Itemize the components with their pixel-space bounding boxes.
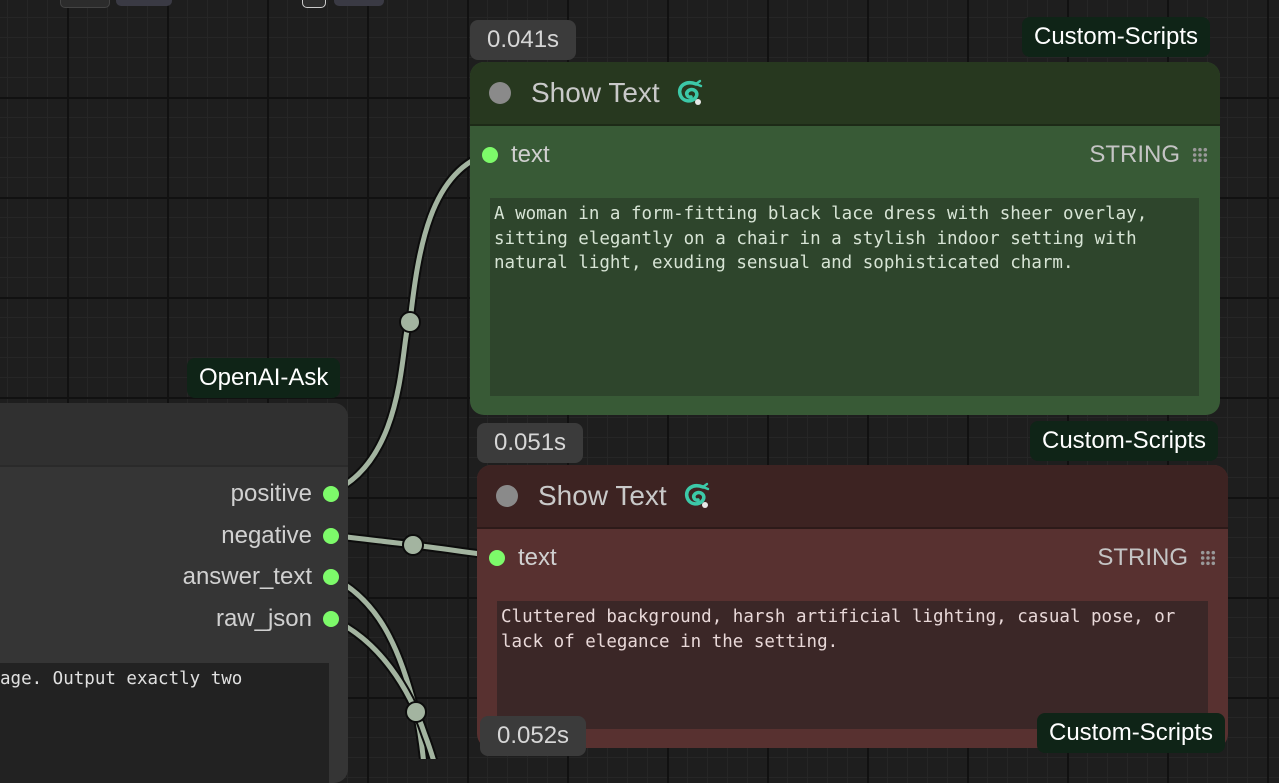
prompt-text-area[interactable]: age. Output exactly two [0, 663, 329, 783]
execution-time-badge: 0.051s [477, 423, 584, 463]
node-title: Show Text [531, 77, 660, 108]
output-slot-positive[interactable]: positive [231, 473, 339, 515]
link-negative [325, 530, 502, 561]
link-midpoint-positive [399, 311, 421, 333]
toolbar-chip-4[interactable] [334, 0, 384, 6]
grid-dots-icon [1200, 550, 1216, 566]
output-socket[interactable] [323, 486, 339, 502]
link-positive [325, 148, 495, 498]
output-socket[interactable] [323, 569, 339, 585]
toolbar-chip-3[interactable] [302, 0, 326, 8]
collapse-toggle[interactable] [496, 485, 518, 507]
input-type-label: STRING [1097, 544, 1188, 571]
input-socket[interactable] [489, 550, 505, 566]
text-output-area[interactable]: Cluttered background, harsh artificial l… [497, 601, 1208, 729]
node-source-badge: Custom-Scripts [1037, 713, 1226, 753]
execution-time-badge: 0.041s [470, 20, 577, 60]
toolbar-chip-1[interactable] [60, 0, 110, 8]
node-header[interactable]: Show Text [477, 465, 1228, 529]
output-slot-raw-json[interactable]: raw_json [216, 598, 339, 640]
input-slot-text[interactable]: text STRING [477, 529, 1228, 587]
grid-dots-icon [1192, 147, 1208, 163]
execution-time-badge: 0.052s [480, 716, 587, 756]
output-label: raw_json [215, 605, 312, 632]
input-label: text [511, 141, 550, 168]
snake-python-icon [681, 481, 711, 511]
node-header[interactable]: Show Text [470, 62, 1220, 126]
text-output-area[interactable]: A woman in a form-fitting black lace dre… [490, 198, 1199, 396]
node-source-badge: Custom-Scripts [1022, 17, 1211, 57]
output-socket[interactable] [323, 611, 339, 627]
openai-ask-node[interactable]: positive negative answer_text raw_json a… [0, 403, 348, 783]
node-source-badge: OpenAI-Ask [187, 358, 341, 398]
toolbar-chip-2[interactable] [116, 0, 172, 6]
input-slot-text[interactable]: text STRING [470, 126, 1220, 184]
input-type-label: STRING [1089, 141, 1180, 168]
output-socket[interactable] [323, 528, 339, 544]
output-label: answer_text [182, 563, 312, 590]
collapse-toggle[interactable] [489, 82, 511, 104]
output-label: positive [230, 480, 312, 507]
output-label: negative [221, 522, 312, 549]
output-slot-answer-text[interactable]: answer_text [183, 556, 339, 598]
input-label: text [518, 544, 557, 571]
snake-python-icon [674, 78, 704, 108]
node-source-badge: Custom-Scripts [1030, 421, 1219, 461]
output-slot-negative[interactable]: negative [221, 515, 339, 557]
link-midpoint-answer-text [405, 701, 427, 723]
input-socket[interactable] [482, 147, 498, 163]
link-midpoint-negative [402, 534, 424, 556]
node-header[interactable] [0, 403, 348, 467]
node-title: Show Text [538, 480, 667, 511]
show-text-node[interactable]: Show Text text STRING Cluttered backgrou… [477, 465, 1228, 748]
show-text-node[interactable]: Show Text text STRING A woman in a form-… [470, 62, 1220, 415]
